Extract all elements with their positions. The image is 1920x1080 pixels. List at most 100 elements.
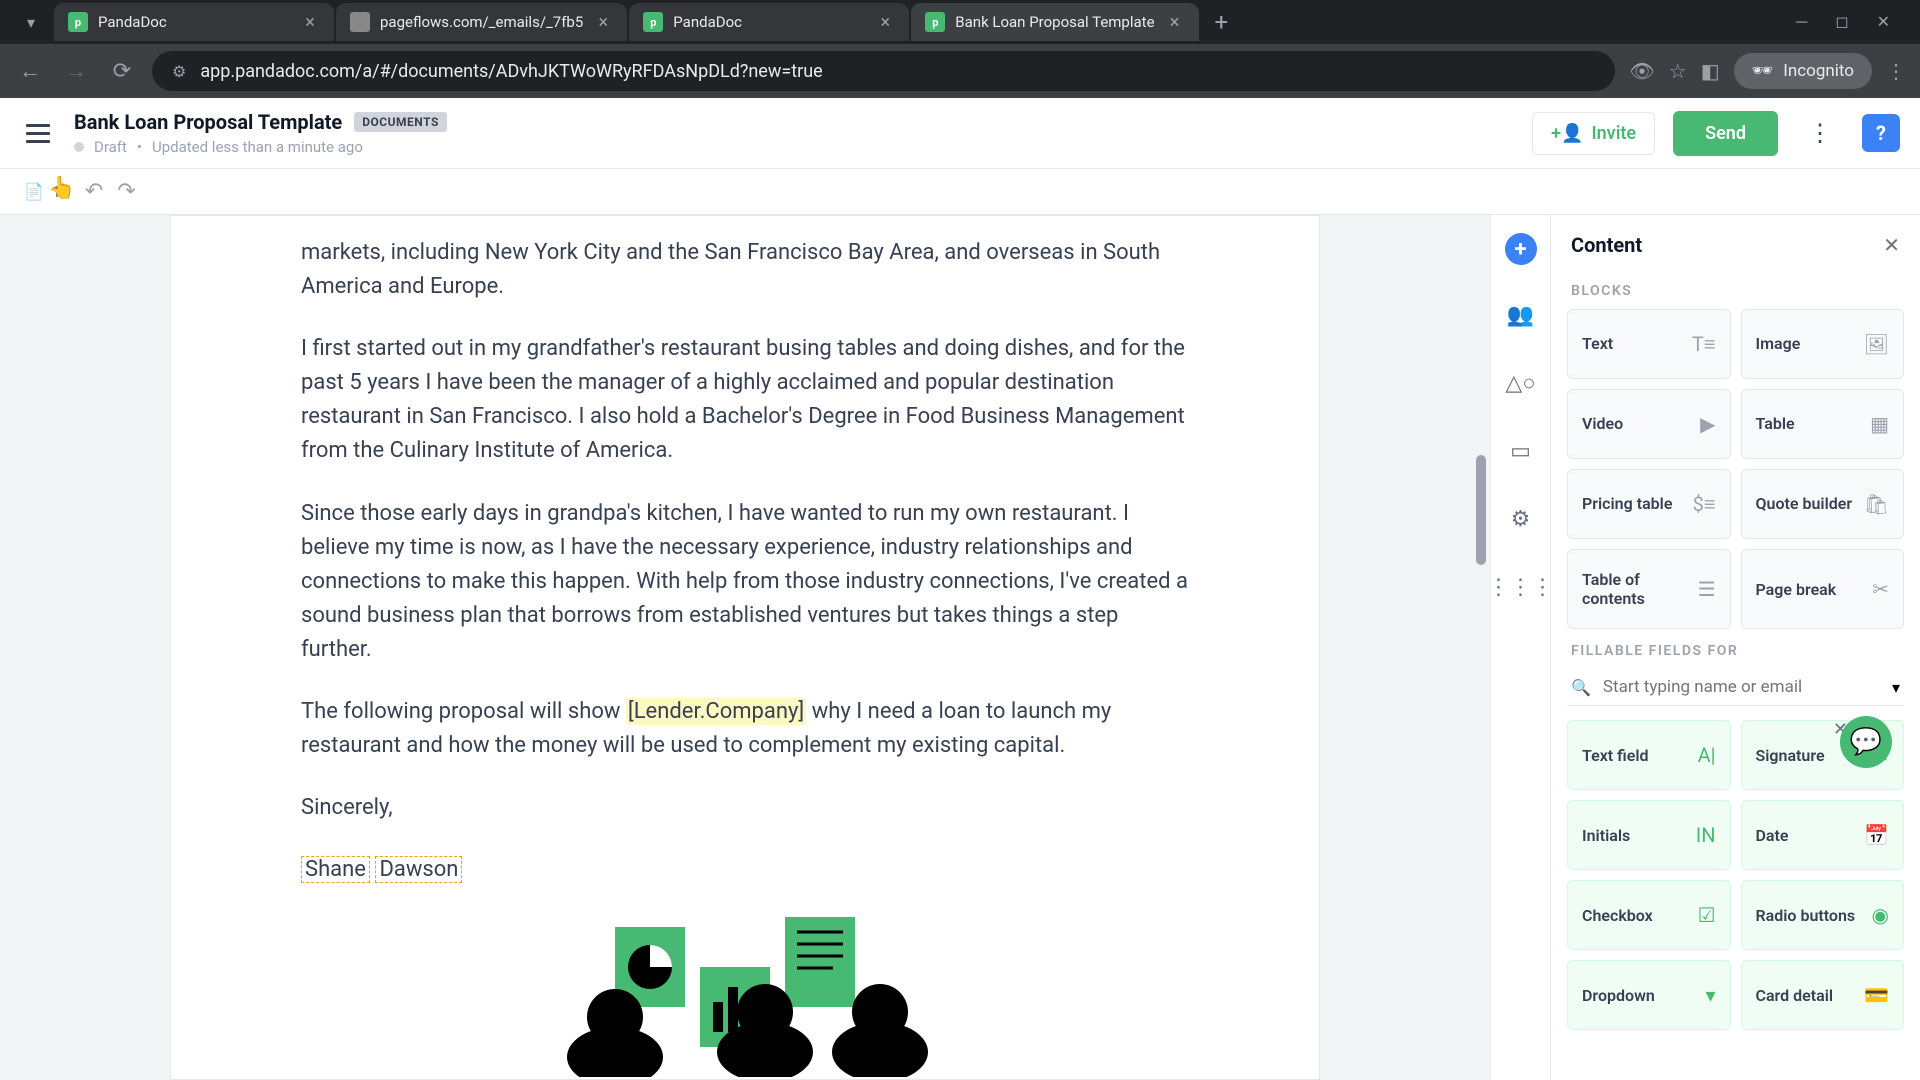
field-text[interactable]: Text fieldA| bbox=[1567, 720, 1731, 790]
side-rail: + 👥 △○ ▭ ⚙ ⋮⋮⋮ bbox=[1490, 215, 1550, 1080]
forward-button[interactable]: → bbox=[60, 58, 92, 84]
field-date[interactable]: Date📅 bbox=[1741, 800, 1905, 870]
close-panel-button[interactable]: ✕ bbox=[1883, 233, 1900, 257]
send-button[interactable]: Send bbox=[1673, 111, 1778, 156]
browser-tab-active[interactable]: p Bank Loan Proposal Template × bbox=[911, 3, 1198, 41]
paragraph[interactable]: Since those early days in grandpa's kitc… bbox=[301, 497, 1189, 667]
undo-button[interactable]: ↶ bbox=[85, 179, 103, 204]
tab-title: pageflows.com/_emails/_7fb5 bbox=[380, 13, 583, 31]
document-canvas[interactable]: markets, including New York City and the… bbox=[0, 215, 1490, 1080]
content-panel: Content ✕ BLOCKS TextT≡ Image🖼 Video▶ Ta… bbox=[1550, 215, 1920, 1080]
block-image[interactable]: Image🖼 bbox=[1741, 309, 1905, 379]
field-dropdown[interactable]: Dropdown▾ bbox=[1567, 960, 1731, 1030]
url-input[interactable]: ⚙ app.pandadoc.com/a/#/documents/ADvhJKT… bbox=[152, 51, 1615, 91]
eye-off-icon[interactable]: 👁 bbox=[1629, 59, 1654, 83]
invite-label: Invite bbox=[1591, 123, 1636, 144]
tab-title: Bank Loan Proposal Template bbox=[955, 13, 1154, 31]
add-content-button[interactable]: + bbox=[1505, 233, 1537, 265]
variables-button[interactable]: △○ bbox=[1503, 365, 1539, 401]
quote-icon: 🛍 bbox=[1864, 492, 1889, 516]
incognito-label: Incognito bbox=[1783, 61, 1854, 81]
merge-field-first-name[interactable]: Shane bbox=[301, 856, 370, 883]
checkbox-icon: ☑ bbox=[1698, 903, 1716, 927]
pricing-icon: $≡ bbox=[1693, 492, 1716, 517]
signature-name[interactable]: Shane Dawson bbox=[301, 853, 1189, 887]
document-type-badge: DOCUMENTS bbox=[354, 112, 447, 132]
apps-grid-button[interactable]: ⋮⋮⋮ bbox=[1503, 569, 1539, 605]
menu-button[interactable] bbox=[20, 115, 56, 151]
close-icon[interactable]: × bbox=[593, 12, 613, 33]
block-text[interactable]: TextT≡ bbox=[1567, 309, 1731, 379]
tab-search-dropdown[interactable]: ▾ bbox=[10, 1, 52, 43]
block-quote-builder[interactable]: Quote builder🛍 bbox=[1741, 469, 1905, 539]
tab-title: PandaDoc bbox=[98, 13, 290, 31]
blocks-heading: BLOCKS bbox=[1567, 269, 1904, 309]
document-status: Draft bbox=[94, 138, 127, 156]
recipient-search[interactable]: 🔍 ▾ bbox=[1567, 669, 1904, 706]
pages-icon: 📄 bbox=[24, 182, 44, 201]
close-window-button[interactable]: ✕ bbox=[1877, 12, 1890, 32]
side-panel-icon[interactable]: ◧ bbox=[1701, 59, 1720, 83]
scrollbar-thumb[interactable] bbox=[1476, 455, 1486, 565]
block-toc[interactable]: Table of contents☰ bbox=[1567, 549, 1731, 629]
field-radio[interactable]: Radio buttons◉ bbox=[1741, 880, 1905, 950]
address-bar: ← → ⟳ ⚙ app.pandadoc.com/a/#/documents/A… bbox=[0, 44, 1920, 98]
redo-button[interactable]: ↷ bbox=[117, 179, 135, 204]
browser-tab[interactable]: pageflows.com/_emails/_7fb5 × bbox=[336, 3, 627, 41]
browser-tab[interactable]: p PandaDoc × bbox=[629, 3, 909, 41]
paragraph[interactable]: markets, including New York City and the… bbox=[301, 236, 1189, 304]
site-settings-icon[interactable]: ⚙ bbox=[172, 62, 186, 81]
close-icon[interactable]: × bbox=[300, 12, 320, 33]
incognito-badge[interactable]: 🕶 Incognito bbox=[1734, 53, 1872, 89]
date-icon: 📅 bbox=[1864, 823, 1889, 847]
close-icon[interactable]: × bbox=[875, 12, 895, 33]
browser-menu-icon[interactable]: ⋮ bbox=[1886, 59, 1906, 83]
block-table[interactable]: Table▦ bbox=[1741, 389, 1905, 459]
more-options-button[interactable]: ⋮ bbox=[1796, 111, 1844, 155]
invite-button[interactable]: +👤 Invite bbox=[1532, 112, 1655, 155]
page-count-value: 1 bbox=[52, 182, 61, 201]
main-area: markets, including New York City and the… bbox=[0, 215, 1920, 1080]
recipients-button[interactable]: 👥 bbox=[1503, 297, 1539, 333]
meta-separator: • bbox=[137, 138, 142, 156]
window-controls: ─ ◻ ✕ bbox=[1776, 12, 1910, 32]
bookmark-icon[interactable]: ☆ bbox=[1669, 59, 1687, 83]
browser-tab[interactable]: p PandaDoc × bbox=[54, 3, 334, 41]
reload-button[interactable]: ⟳ bbox=[106, 59, 138, 84]
field-checkbox[interactable]: Checkbox☑ bbox=[1567, 880, 1731, 950]
panel-title: Content bbox=[1571, 233, 1642, 257]
merge-field-lender-company[interactable]: [Lender.Company] bbox=[626, 698, 806, 725]
document-page[interactable]: markets, including New York City and the… bbox=[170, 215, 1320, 1080]
merge-field-last-name[interactable]: Dawson bbox=[375, 856, 462, 883]
paragraph[interactable]: The following proposal will show [Lender… bbox=[301, 695, 1189, 763]
block-pricing-table[interactable]: Pricing table$≡ bbox=[1567, 469, 1731, 539]
app-header: Bank Loan Proposal Template DOCUMENTS Dr… bbox=[0, 98, 1920, 169]
text-icon: T≡ bbox=[1692, 332, 1716, 357]
field-card-details[interactable]: Card detail💳 bbox=[1741, 960, 1905, 1030]
recipient-search-input[interactable] bbox=[1603, 677, 1880, 697]
back-button[interactable]: ← bbox=[14, 58, 46, 84]
workflow-button[interactable]: ⚙ bbox=[1503, 501, 1539, 537]
minimize-button[interactable]: ─ bbox=[1796, 12, 1807, 32]
dropdown-icon: ▾ bbox=[1705, 983, 1715, 1007]
close-icon[interactable]: × bbox=[1165, 12, 1185, 33]
field-initials[interactable]: InitialsIN bbox=[1567, 800, 1731, 870]
radio-icon: ◉ bbox=[1872, 903, 1889, 927]
block-page-break[interactable]: Page break✂ bbox=[1741, 549, 1905, 629]
incognito-icon: 🕶 bbox=[1752, 61, 1774, 81]
new-tab-button[interactable]: + bbox=[1201, 8, 1243, 36]
help-button[interactable]: ? bbox=[1862, 114, 1900, 152]
paragraph[interactable]: I first started out in my grandfather's … bbox=[301, 332, 1189, 468]
block-video[interactable]: Video▶ bbox=[1567, 389, 1731, 459]
maximize-button[interactable]: ◻ bbox=[1835, 12, 1848, 32]
document-illustration bbox=[301, 917, 1189, 1077]
layout-button[interactable]: ▭ bbox=[1503, 433, 1539, 469]
image-icon: 🖼 bbox=[1864, 332, 1889, 356]
invite-plus-icon: +👤 bbox=[1551, 123, 1583, 144]
search-icon: 🔍 bbox=[1571, 678, 1591, 697]
paragraph[interactable]: Sincerely, bbox=[301, 791, 1189, 825]
page-count[interactable]: 📄 1 bbox=[24, 182, 61, 201]
document-title[interactable]: Bank Loan Proposal Template bbox=[74, 110, 342, 134]
chevron-down-icon[interactable]: ▾ bbox=[1892, 678, 1900, 697]
chat-fab[interactable]: 💬 bbox=[1840, 716, 1892, 768]
